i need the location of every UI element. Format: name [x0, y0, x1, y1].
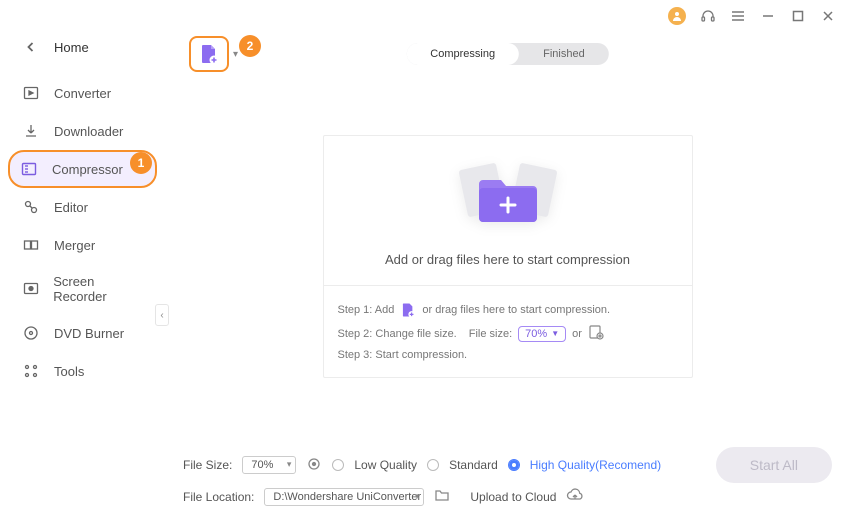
main-panel: ▾ 2 Compressing Finished Ad	[165, 26, 850, 522]
sidebar-item-label: Screen Recorder	[53, 274, 147, 304]
drop-message: Add or drag files here to start compress…	[385, 252, 630, 267]
back-icon	[22, 38, 40, 56]
standard-label: Standard	[449, 458, 498, 472]
file-size-label: File Size:	[183, 458, 232, 472]
file-size-select[interactable]: 70%	[242, 456, 296, 474]
step3-text: Step 3: Start compression.	[338, 349, 468, 361]
merger-icon	[22, 236, 40, 254]
radio-standard[interactable]	[427, 459, 439, 471]
recorder-icon	[22, 280, 39, 298]
upload-label: Upload to Cloud	[470, 490, 556, 504]
annotation-1: 1	[130, 152, 152, 174]
toolbar: ▾ 2 Compressing Finished	[183, 32, 832, 76]
step2-or: or	[572, 328, 582, 340]
settings-icon[interactable]	[588, 324, 604, 343]
drop-steps: Step 1: Add or drag files here to start …	[324, 285, 692, 377]
high-label: High Quality(Recomend)	[530, 458, 661, 472]
minimize-icon[interactable]	[760, 8, 776, 24]
radio-low[interactable]	[332, 459, 344, 471]
sidebar-item-dvd-burner[interactable]: DVD Burner	[0, 314, 165, 352]
menu-icon[interactable]	[730, 8, 746, 24]
folder-add-icon	[453, 158, 563, 238]
user-avatar[interactable]	[668, 7, 686, 25]
converter-icon	[22, 84, 40, 102]
sidebar: Home Converter Downloader Compressor Edi…	[0, 26, 165, 522]
file-size-pill[interactable]: 70%▼	[518, 326, 566, 342]
tab-finished[interactable]: Finished	[519, 43, 609, 65]
annotation-2: 2	[239, 35, 261, 57]
tools-icon	[22, 362, 40, 380]
sidebar-item-screen-recorder[interactable]: Screen Recorder	[0, 264, 165, 314]
sidebar-item-editor[interactable]: Editor	[0, 188, 165, 226]
target-icon[interactable]	[306, 456, 322, 475]
sidebar-item-tools[interactable]: Tools	[0, 352, 165, 390]
tabs: Compressing Finished	[406, 43, 608, 65]
headset-icon[interactable]	[700, 8, 716, 24]
sidebar-item-label: Editor	[54, 200, 88, 215]
footer: File Size: 70% Low Quality Standard High…	[183, 437, 832, 510]
drop-area: Add or drag files here to start compress…	[183, 76, 832, 437]
downloader-icon	[22, 122, 40, 140]
tab-compressing[interactable]: Compressing	[406, 43, 519, 65]
add-file-icon	[198, 43, 220, 65]
step1-text-a: Step 1: Add	[338, 304, 395, 316]
drop-box[interactable]: Add or drag files here to start compress…	[323, 135, 693, 378]
titlebar	[0, 6, 850, 26]
sidebar-item-label: DVD Burner	[54, 326, 124, 341]
sidebar-item-merger[interactable]: Merger	[0, 226, 165, 264]
file-location-label: File Location:	[183, 490, 254, 504]
sidebar-item-converter[interactable]: Converter	[0, 74, 165, 112]
dvd-icon	[22, 324, 40, 342]
home-label: Home	[54, 40, 89, 55]
compressor-icon	[20, 160, 38, 178]
step2-text-b: File size:	[469, 328, 512, 340]
sidebar-item-label: Downloader	[54, 124, 123, 139]
editor-icon	[22, 198, 40, 216]
start-all-button[interactable]: Start All	[716, 447, 832, 483]
sidebar-collapse-icon[interactable]: ‹	[155, 304, 169, 326]
sidebar-item-downloader[interactable]: Downloader	[0, 112, 165, 150]
chevron-down-icon[interactable]: ▾	[233, 49, 238, 60]
cloud-upload-icon[interactable]	[566, 488, 584, 505]
maximize-icon[interactable]	[790, 8, 806, 24]
add-file-button[interactable]	[189, 36, 229, 72]
sidebar-item-label: Merger	[54, 238, 95, 253]
sidebar-item-label: Converter	[54, 86, 111, 101]
sidebar-item-label: Compressor	[52, 162, 123, 177]
radio-high[interactable]	[508, 459, 520, 471]
sidebar-item-label: Tools	[54, 364, 84, 379]
step2-text-a: Step 2: Change file size.	[338, 328, 457, 340]
close-icon[interactable]	[820, 8, 836, 24]
step1-text-b: or drag files here to start compression.	[422, 304, 610, 316]
open-folder-icon[interactable]	[434, 487, 450, 506]
file-location-select[interactable]: D:\Wondershare UniConverter 1	[264, 488, 424, 506]
low-label: Low Quality	[354, 458, 417, 472]
add-file-icon	[400, 302, 416, 318]
home-link[interactable]: Home	[0, 32, 165, 74]
